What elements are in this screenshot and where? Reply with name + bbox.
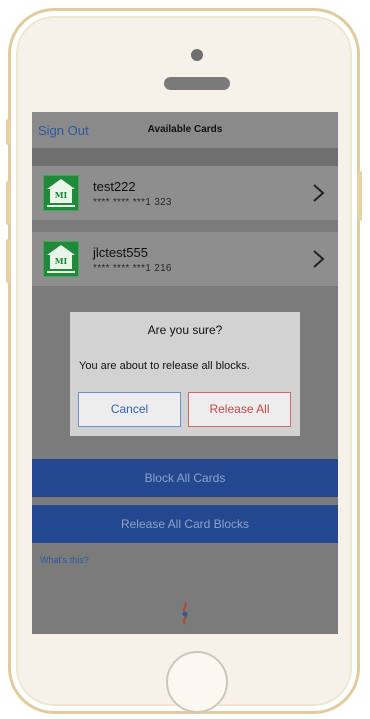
cancel-button[interactable]: Cancel (78, 392, 181, 427)
dialog-title: Are you sure? (147, 323, 223, 337)
chevron-right-icon[interactable] (308, 181, 328, 205)
app-screen: Sign Out Available Cards MI test222 ****… (32, 112, 338, 634)
row-divider (32, 220, 338, 232)
card-name: test222 (93, 179, 136, 194)
card-name: jlctest555 (93, 245, 148, 260)
brand-logo-icon (182, 602, 188, 625)
volume-up-button (6, 181, 11, 225)
app-logo-icon: MI (43, 175, 79, 211)
card-list-item[interactable]: MI jlctest555 **** **** ***1 216 (32, 232, 338, 286)
volume-down-button (6, 239, 11, 283)
navigation-bar: Sign Out Available Cards (32, 112, 338, 148)
card-list-item[interactable]: MI test222 **** **** ***1 323 (32, 166, 338, 220)
card-number: **** **** ***1 323 (93, 197, 172, 208)
whats-this-link[interactable]: What's this? (40, 555, 89, 565)
page-title: Available Cards (147, 124, 223, 135)
home-button-icon[interactable] (166, 651, 228, 713)
earpiece-speaker (164, 77, 230, 90)
release-all-button[interactable]: Release All (188, 392, 291, 427)
card-number: **** **** ***1 216 (93, 263, 172, 274)
section-spacer (32, 148, 338, 166)
release-all-card-blocks-button[interactable]: Release All Card Blocks (32, 505, 338, 543)
front-camera (191, 49, 203, 61)
block-all-cards-button[interactable]: Block All Cards (32, 459, 338, 497)
power-button (357, 171, 362, 221)
confirm-dialog: Are you sure? You are about to release a… (70, 312, 300, 436)
mute-switch (6, 119, 11, 145)
dialog-message: You are about to release all blocks. (79, 360, 250, 372)
app-logo-icon: MI (43, 241, 79, 277)
chevron-right-icon[interactable] (308, 247, 328, 271)
